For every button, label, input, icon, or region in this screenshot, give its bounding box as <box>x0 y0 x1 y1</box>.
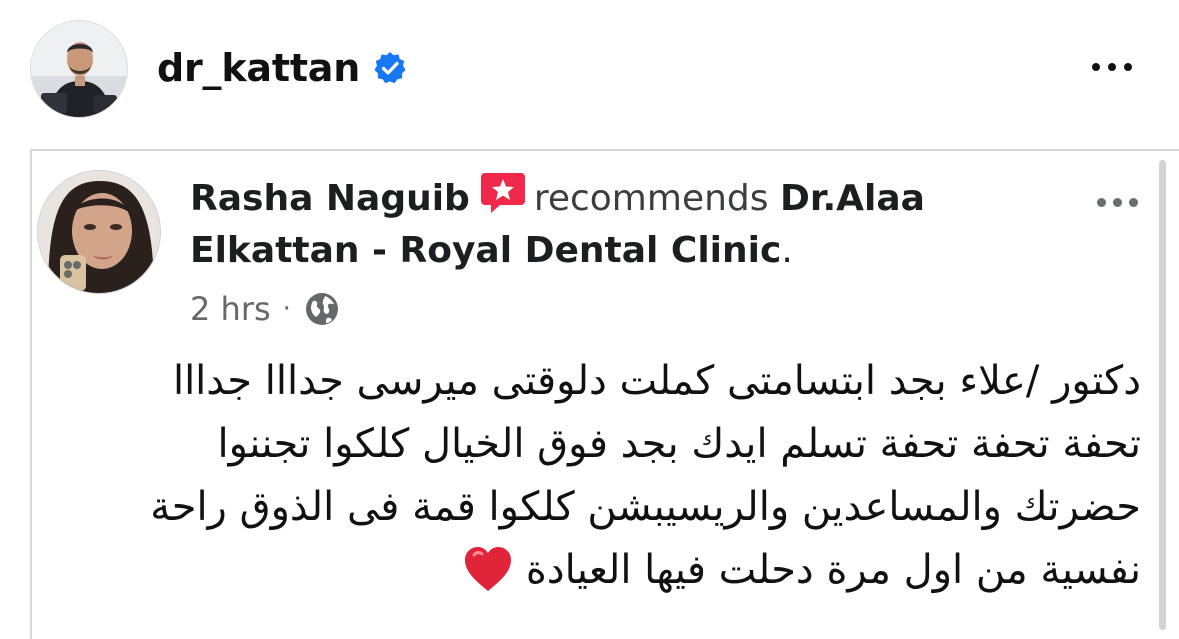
more-dot <box>1128 197 1138 207</box>
recommends-text: recommends <box>533 178 769 219</box>
post-meta: 2 hrs · <box>190 288 341 330</box>
owner-avatar-image <box>31 21 127 117</box>
reviewer-name[interactable]: Rasha Naguib <box>190 178 470 219</box>
reviewer-avatar-image <box>38 171 160 293</box>
more-dot <box>1108 63 1116 71</box>
more-dot <box>1124 63 1132 71</box>
owner-name-row[interactable]: dr_kattan <box>157 40 408 96</box>
review-line-2: تحفة تحفة تحفة تسلم ايدك بجد فوق الخيال … <box>217 421 1141 467</box>
owner-avatar[interactable] <box>30 20 128 118</box>
review-body: دكتور /علاء بجد ابتسامتى كملت دلوقتى مير… <box>111 350 1141 602</box>
owner-username[interactable]: dr_kattan <box>157 46 360 90</box>
post-time[interactable]: 2 hrs <box>190 290 271 328</box>
post-header: dr_kattan <box>0 0 1179 135</box>
post-more-options-icon[interactable] <box>1082 52 1142 82</box>
more-dot <box>1092 63 1100 71</box>
scrollbar[interactable] <box>1159 160 1166 630</box>
card-more-options-icon[interactable] <box>1088 192 1146 212</box>
review-line-4: نفسية من اول مرة دحلت فيها العيادة <box>111 539 1141 602</box>
more-dot <box>1096 197 1106 207</box>
review-line-1: دكتور /علاء بجد ابتسامتى كملت دلوقتى مير… <box>172 358 1141 404</box>
recommend-star-icon <box>478 170 528 216</box>
page-name-period: . <box>781 230 793 271</box>
verified-badge-icon <box>372 50 408 86</box>
globe-public-icon[interactable] <box>303 290 341 328</box>
review-line-3: حضرتك والمساعدين والريسيبشن كلكوا قمة فى… <box>150 484 1141 530</box>
red-heart-icon <box>462 545 514 593</box>
reviewer-avatar[interactable] <box>37 170 161 294</box>
more-dot <box>1112 197 1122 207</box>
review-line-4-text: نفسية من اول مرة دحلت فيها العيادة <box>525 547 1141 593</box>
recommendation-headline: Rasha Naguib recommends Dr.Alaa Elkattan… <box>190 170 1070 277</box>
meta-separator: · <box>282 294 291 324</box>
